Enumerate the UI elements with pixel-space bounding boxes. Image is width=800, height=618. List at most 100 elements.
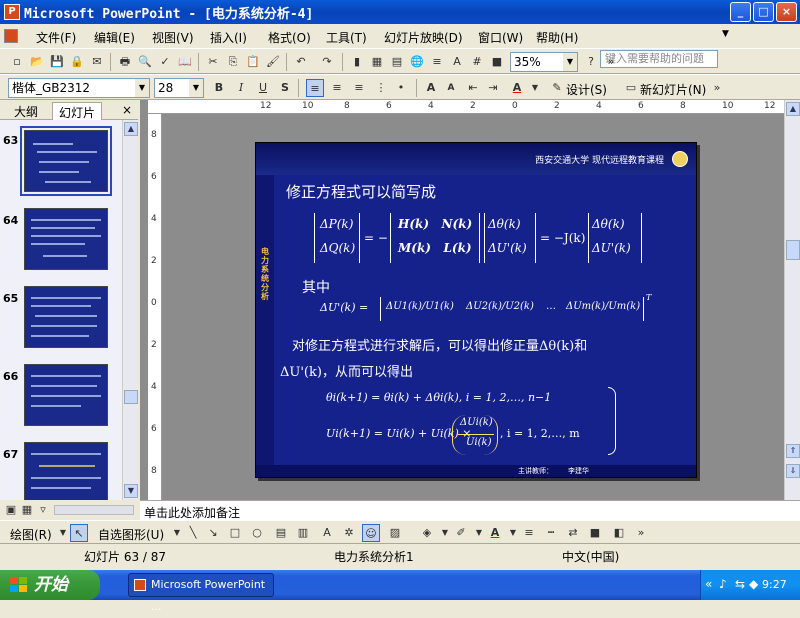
design-icon[interactable]: ✎ <box>548 79 566 97</box>
line-icon[interactable]: ╲ <box>184 524 202 542</box>
new-slide-icon[interactable]: ▭ <box>622 79 640 97</box>
slide-thumbnail-67[interactable] <box>24 442 108 504</box>
cut-icon[interactable]: ✂ <box>204 53 222 71</box>
arrow-style-icon[interactable]: ⇄ <box>564 524 582 542</box>
security-shield-icon[interactable]: ◆ <box>749 577 758 591</box>
italic-button[interactable]: I <box>232 79 250 97</box>
rectangle-icon[interactable]: □ <box>226 524 244 542</box>
new-icon[interactable]: ▫ <box>8 53 26 71</box>
draw-menu-button[interactable]: 绘图(R) <box>10 526 52 543</box>
insert-table-icon[interactable]: ▦ <box>368 53 386 71</box>
fill-color-icon[interactable]: ◈ <box>418 524 436 542</box>
increase-indent-button[interactable]: ⇥ <box>484 79 502 97</box>
email-icon[interactable]: ✉ <box>88 53 106 71</box>
toolbar-options-icon[interactable]: » <box>602 53 620 71</box>
thumbnails-scrollbar[interactable]: ▲ ▼ <box>122 120 138 500</box>
clip-art-icon[interactable]: ☺ <box>362 524 380 542</box>
previous-slide-icon[interactable]: ⇑ <box>786 444 800 458</box>
menu-slideshow[interactable]: 幻灯片放映(D) <box>384 29 463 46</box>
notes-pane[interactable]: 单击此处添加备注 <box>140 500 800 520</box>
copy-icon[interactable]: ⎘ <box>224 53 242 71</box>
powerpoint-app-icon[interactable]: P <box>4 4 20 20</box>
slide-text-line3[interactable]: 对修正方程式进行求解后，可以得出修正量Δθ(k)和 <box>292 335 587 354</box>
scroll-thumb[interactable] <box>786 240 800 260</box>
menu-view[interactable]: 视图(V) <box>152 29 194 46</box>
taskbar-powerpoint-button[interactable]: Microsoft PowerPoint ... <box>128 573 274 613</box>
print-icon[interactable]: 🖶 <box>116 53 134 71</box>
spelling-icon[interactable]: ✓ <box>156 53 174 71</box>
menu-insert[interactable]: 插入(I) <box>210 29 247 46</box>
network-icon[interactable]: ⇆ <box>735 577 745 591</box>
menu-file[interactable]: 文件(F) <box>36 29 76 46</box>
bullets-button[interactable]: • <box>392 79 410 97</box>
decrease-indent-button[interactable]: ⇤ <box>464 79 482 97</box>
line-style-icon[interactable]: ≡ <box>520 524 538 542</box>
arrow-icon[interactable]: ↘ <box>204 524 222 542</box>
menu-format[interactable]: 格式(O) <box>268 29 311 46</box>
tab-outline[interactable]: 大纲 <box>8 102 44 120</box>
bold-button[interactable]: B <box>210 79 228 97</box>
horizontal-scrollbar[interactable] <box>54 505 134 515</box>
close-pane-icon[interactable]: × <box>122 103 132 117</box>
next-slide-icon[interactable]: ⇓ <box>786 464 800 478</box>
chevron-down-icon[interactable]: ▼ <box>526 79 544 97</box>
scroll-up-icon[interactable]: ▲ <box>124 122 138 136</box>
show-formatting-icon[interactable]: A <box>448 53 466 71</box>
toolbar-options-icon[interactable]: » <box>632 524 650 542</box>
numbering-button[interactable]: ⋮ <box>372 79 390 97</box>
scroll-thumb[interactable] <box>124 390 138 404</box>
chevron-down-icon[interactable]: ▼ <box>563 53 577 71</box>
slide-thumbnail-66[interactable] <box>24 364 108 426</box>
close-button[interactable]: × <box>776 2 797 22</box>
slideshow-view-icon[interactable]: ▿ <box>34 501 52 519</box>
toolbar-options-icon[interactable]: » <box>708 79 726 97</box>
scroll-down-icon[interactable]: ▼ <box>124 484 138 498</box>
decrease-font-button[interactable]: A <box>442 79 460 97</box>
tab-slides[interactable]: 幻灯片 <box>52 102 103 120</box>
editor-scrollbar[interactable]: ▲ ⇑ ⇓ <box>784 100 800 500</box>
insert-chart-icon[interactable]: ▮ <box>348 53 366 71</box>
diagram-icon[interactable]: ✲ <box>340 524 358 542</box>
scroll-up-icon[interactable]: ▲ <box>786 102 800 116</box>
document-icon[interactable] <box>4 29 18 43</box>
align-left-button[interactable]: ≡ <box>306 79 324 97</box>
vertical-text-box-icon[interactable]: ▥ <box>294 524 312 542</box>
grid-icon[interactable]: # <box>468 53 486 71</box>
font-color-icon[interactable]: A <box>486 524 504 542</box>
help-icon[interactable]: ? <box>582 53 600 71</box>
redo-icon[interactable]: ↷ <box>318 53 336 71</box>
minimize-button[interactable]: _ <box>730 2 751 22</box>
menu-help[interactable]: 帮助(H) <box>536 29 578 46</box>
paste-icon[interactable]: 📋 <box>244 53 262 71</box>
slide-text-line4[interactable]: ΔU'(k)，从而可以得出 <box>280 361 413 380</box>
slide-thumbnail-64[interactable] <box>24 208 108 270</box>
insert-picture-icon[interactable]: ▨ <box>386 524 404 542</box>
chevron-down-icon[interactable]: ▼ <box>135 79 149 97</box>
menu-tools[interactable]: 工具(T) <box>326 29 367 46</box>
slide-thumbnail-63[interactable] <box>20 126 112 196</box>
current-slide[interactable]: 西安交通大学 现代远程教育课程 电力系统分析 修正方程式可以简写成 ΔP(k) … <box>255 142 697 478</box>
shadow-style-icon[interactable]: ■ <box>586 524 604 542</box>
research-icon[interactable]: 📖 <box>176 53 194 71</box>
font-name-select[interactable]: 楷体_GB2312 ▼ <box>8 78 150 98</box>
menu-edit[interactable]: 编辑(E) <box>94 29 135 46</box>
slide-text-line2[interactable]: 其中 <box>302 277 330 297</box>
chevron-down-icon[interactable]: ▼ <box>189 79 203 97</box>
print-preview-icon[interactable]: 🔍 <box>136 53 154 71</box>
text-box-icon[interactable]: ▤ <box>272 524 290 542</box>
open-icon[interactable]: 📂 <box>28 53 46 71</box>
start-button[interactable]: 开始 <box>0 570 100 600</box>
volume-icon[interactable]: ♪ <box>719 577 727 591</box>
shadow-button[interactable]: S <box>276 79 294 97</box>
select-objects-icon[interactable]: ↖ <box>70 524 88 542</box>
underline-button[interactable]: U <box>254 79 272 97</box>
zoom-select[interactable]: 35% ▼ <box>510 52 578 72</box>
color-grayscale-icon[interactable]: ■ <box>488 53 506 71</box>
menu-window[interactable]: 窗口(W) <box>478 29 523 46</box>
permission-icon[interactable]: 🔒 <box>68 53 86 71</box>
wordart-icon[interactable]: A <box>318 524 336 542</box>
system-clock[interactable]: 9:27 <box>762 578 787 591</box>
slide-thumbnail-65[interactable] <box>24 286 108 348</box>
save-icon[interactable]: 💾 <box>48 53 66 71</box>
maximize-button[interactable]: □ <box>753 2 774 22</box>
